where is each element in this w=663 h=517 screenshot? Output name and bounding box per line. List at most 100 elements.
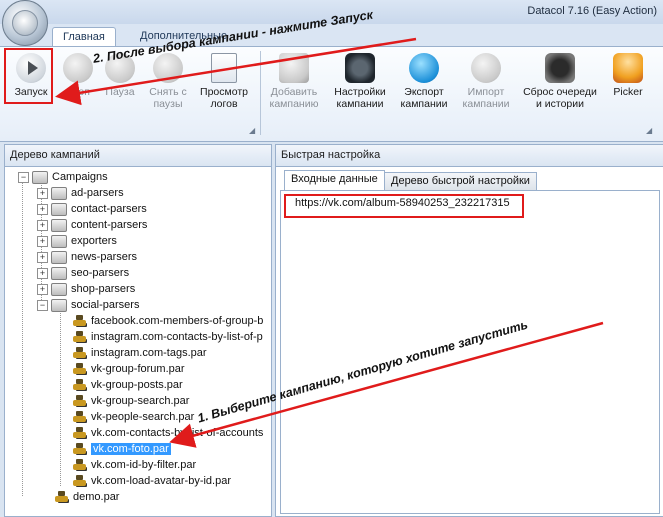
import-label-2: кампании [462, 98, 510, 110]
export-campaign-button[interactable]: Экспорт кампании [393, 51, 455, 121]
tree-item-folder[interactable]: + contact-parsers [37, 201, 147, 217]
tree-item-label: vk-group-posts.par [91, 379, 183, 391]
folder-icon [51, 298, 67, 312]
tree-item-label: vk.com-contacts-by-list-of-accounts [91, 427, 264, 439]
tree-item-label: facebook.com-members-of-group-b [91, 315, 264, 327]
campaign-icon [73, 427, 87, 439]
campaign-icon [73, 347, 87, 359]
campaign-icon [73, 459, 87, 471]
campaign-icon [73, 315, 87, 327]
tree-item-folder[interactable]: + content-parsers [37, 217, 147, 233]
add-campaign-label-2: кампанию [269, 98, 319, 110]
campaign-settings-button[interactable]: Настройки кампании [329, 51, 391, 121]
tree-item-label: vk.com-load-avatar-by-id.par [91, 475, 231, 487]
folder-icon [32, 170, 48, 184]
expand-toggle[interactable]: + [37, 267, 48, 279]
tree-item-campaign[interactable]: vk-people-search.par [73, 409, 194, 425]
campaign-icon [73, 379, 87, 391]
collapse-toggle[interactable]: − [18, 171, 29, 183]
tree-item-campaigns[interactable]: − Campaigns [18, 169, 108, 185]
export-icon [409, 53, 439, 83]
expand-toggle[interactable]: + [37, 219, 48, 231]
tree-item-campaign[interactable]: vk-group-posts.par [73, 377, 183, 393]
expand-toggle[interactable]: + [37, 235, 48, 247]
tree-item-label: seo-parsers [71, 267, 130, 279]
folder-icon [51, 186, 67, 200]
tree-item-label: content-parsers [71, 219, 148, 231]
reset-icon [545, 53, 575, 83]
reset-label-1: Сброс очереди [523, 86, 597, 98]
export-label-2: кампании [400, 98, 448, 110]
campaign-icon [73, 331, 87, 343]
folder-icon [51, 218, 67, 232]
campaign-tree-title: Дерево кампаний [5, 145, 271, 167]
folder-icon [51, 202, 67, 216]
view-logs-label-1: Просмотр [200, 86, 248, 98]
tab-quick-settings-tree[interactable]: Дерево быстрой настройки [384, 172, 537, 191]
tree-item-campaign[interactable]: instagram.com-contacts-by-list-of-p [73, 329, 263, 345]
app-menu-button[interactable] [2, 0, 48, 46]
tab-input-data[interactable]: Входные данные [284, 170, 385, 191]
resume-button[interactable]: Снять с паузы [137, 51, 199, 121]
campaign-icon [73, 411, 87, 423]
campaign-settings-label-2: кампании [336, 98, 384, 110]
view-logs-label-2: логов [210, 98, 238, 110]
tree-item-campaign[interactable]: vk-group-forum.par [73, 361, 185, 377]
gear-icon [345, 53, 375, 83]
view-logs-button[interactable]: Просмотр логов [193, 51, 255, 121]
tree-item-campaign[interactable]: vk.com-load-avatar-by-id.par [73, 473, 231, 489]
tree-item-campaign[interactable]: facebook.com-members-of-group-b [73, 313, 263, 329]
tree-item-folder[interactable]: + news-parsers [37, 249, 137, 265]
log-icon [211, 53, 237, 83]
tree-item-folder[interactable]: + seo-parsers [37, 265, 129, 281]
tree-item-folder[interactable]: − social-parsers [37, 297, 139, 313]
group-launcher-icon[interactable]: ◢ [249, 126, 255, 135]
tree-item-label: exporters [71, 235, 117, 247]
tree-item-campaign[interactable]: instagram.com-tags.par [73, 345, 207, 361]
campaign-icon [73, 363, 87, 375]
import-label-1: Импорт [467, 86, 505, 98]
add-campaign-button[interactable]: Добавить кампанию [263, 51, 325, 121]
collapse-toggle[interactable]: − [37, 299, 48, 311]
tree-item-label: contact-parsers [71, 203, 147, 215]
expand-toggle[interactable]: + [37, 283, 48, 295]
resume-label-2: паузы [153, 98, 183, 110]
campaign-icon [73, 443, 87, 455]
input-data-editor[interactable]: https://vk.com/album-58940253_232217315 [280, 190, 660, 514]
tab-main[interactable]: Главная [52, 27, 116, 47]
campaign-settings-label-1: Настройки [334, 86, 386, 98]
campaign-tree[interactable]: − Campaigns + ad-parsers + contact-parsers … [5, 167, 271, 515]
tree-item-campaign[interactable]: vk.com-id-by-filter.par [73, 457, 196, 473]
expand-toggle[interactable]: + [37, 187, 48, 199]
window-title: Datacol 7.16 (Easy Action) [527, 5, 657, 17]
folder-icon [51, 266, 67, 280]
tree-item-campaign-selected[interactable]: vk.com-foto.par [73, 441, 171, 457]
add-icon [279, 53, 309, 83]
reset-queue-button[interactable]: Сброс очереди и истории [514, 51, 606, 121]
tree-item-campaign[interactable]: vk.com-contacts-by-list-of-accounts [73, 425, 263, 441]
picker-label: Picker [613, 86, 643, 98]
folder-icon [51, 282, 67, 296]
import-campaign-button[interactable]: Импорт кампании [455, 51, 517, 121]
tree-item-campaign[interactable]: demo.par [55, 489, 119, 505]
tree-item-label: instagram.com-tags.par [91, 347, 207, 359]
picker-button[interactable]: Picker [597, 51, 659, 121]
tree-item-folder[interactable]: + shop-parsers [37, 281, 135, 297]
resume-icon [153, 53, 183, 83]
tree-item-campaign[interactable]: vk-group-search.par [73, 393, 189, 409]
tree-guide-line [22, 180, 23, 496]
tree-item-folder[interactable]: + exporters [37, 233, 117, 249]
pause-label: Пауза [105, 86, 135, 98]
reset-label-2: и истории [536, 98, 584, 110]
tree-item-folder[interactable]: + ad-parsers [37, 185, 124, 201]
tree-item-label: vk-group-search.par [91, 395, 190, 407]
expand-toggle[interactable]: + [37, 251, 48, 263]
tree-guide-line [60, 308, 61, 486]
url-highlight-box [284, 194, 524, 218]
add-campaign-label-1: Добавить [270, 86, 318, 98]
expand-toggle[interactable]: + [37, 203, 48, 215]
folder-icon [51, 250, 67, 264]
tree-item-label: vk.com-id-by-filter.par [91, 459, 197, 471]
picker-icon [613, 53, 643, 83]
group-launcher-icon-2[interactable]: ◢ [646, 126, 652, 135]
